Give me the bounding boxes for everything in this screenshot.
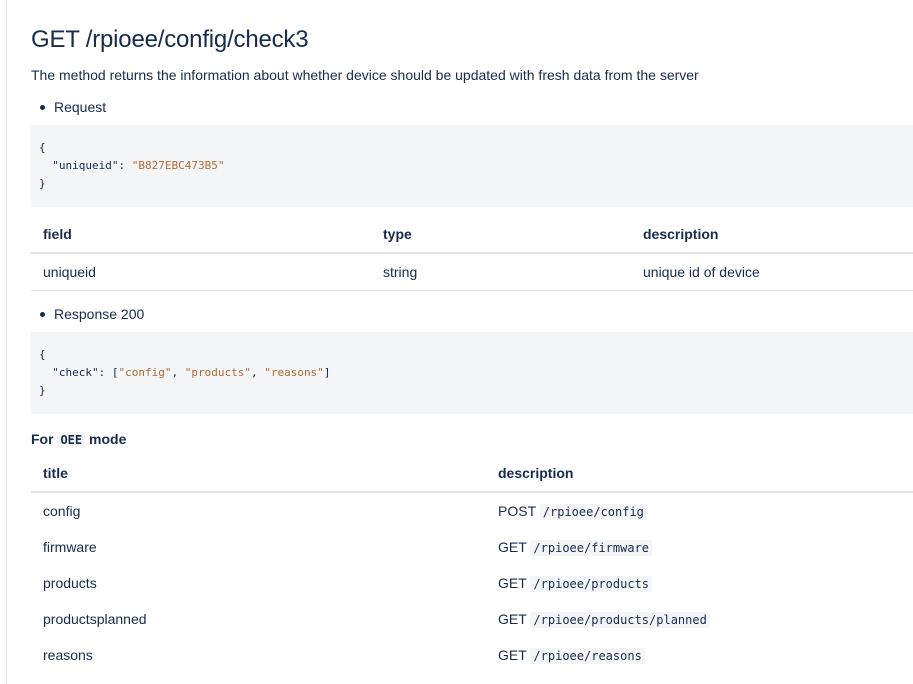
code-line: "uniqueid": "B827EBC473B5" bbox=[52, 159, 225, 172]
response-label: Response 200 bbox=[54, 306, 145, 322]
table-divider bbox=[31, 252, 913, 254]
mode-heading: For OEE mode bbox=[31, 431, 127, 448]
header-description: description bbox=[643, 226, 719, 242]
bullet-dot-icon bbox=[40, 312, 45, 317]
table-divider bbox=[31, 491, 913, 493]
page-left-border bbox=[0, 0, 7, 684]
request-bullet: Request bbox=[40, 99, 107, 115]
method-description: The method returns the information about… bbox=[31, 67, 699, 83]
endpoint-path: /rpioee/reasons bbox=[530, 648, 645, 664]
mode-code: OEE bbox=[57, 432, 86, 448]
request-code-block[interactable]: { "uniqueid": "B827EBC473B5" } bbox=[31, 125, 913, 207]
request-label: Request bbox=[54, 99, 107, 115]
code-line: { bbox=[39, 141, 46, 154]
code-line: } bbox=[39, 177, 46, 190]
code-line: "check": ["config", "products", "reasons… bbox=[52, 366, 331, 379]
header-description: description bbox=[498, 465, 574, 481]
endpoint-path: /rpioee/firmware bbox=[530, 540, 653, 556]
endpoint-path: /rpioee/products/planned bbox=[530, 612, 710, 628]
table-divider bbox=[31, 290, 913, 291]
header-type: type bbox=[383, 226, 412, 242]
code-line: } bbox=[39, 384, 46, 397]
header-field: field bbox=[43, 226, 72, 242]
code-line: { bbox=[39, 348, 46, 361]
bullet-dot-icon bbox=[40, 105, 45, 110]
response-bullet: Response 200 bbox=[40, 306, 145, 322]
endpoint-path: /rpioee/products bbox=[530, 576, 653, 592]
endpoint-path: /rpioee/config bbox=[539, 504, 647, 520]
page-title: GET /rpioee/config/check3 bbox=[31, 26, 309, 53]
header-title: title bbox=[43, 465, 68, 481]
response-code-block[interactable]: { "check": ["config", "products", "reaso… bbox=[31, 332, 913, 414]
